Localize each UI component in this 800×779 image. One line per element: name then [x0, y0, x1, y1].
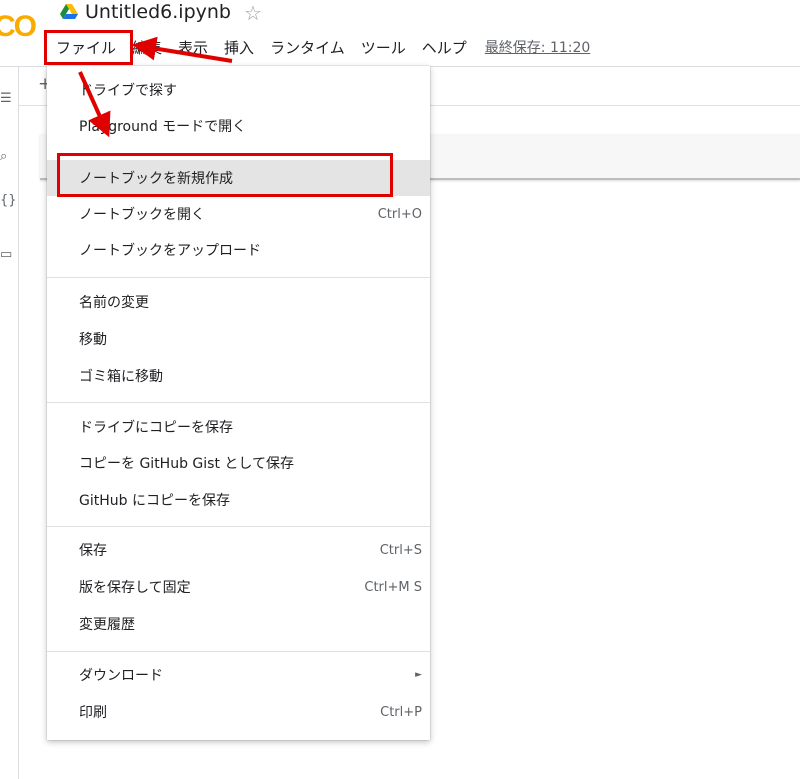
colab-logo[interactable]: CO	[0, 10, 37, 44]
shortcut-label: Ctrl+S	[379, 542, 422, 558]
code-icon[interactable]: {}	[0, 193, 17, 208]
menu-item-save[interactable]: 保存 Ctrl+S	[47, 532, 430, 568]
menu-icon[interactable]: ☰	[0, 91, 12, 106]
menu-item-label: ダウンロード	[79, 668, 163, 684]
menu-item-move[interactable]: 移動	[47, 321, 430, 357]
menu-tools[interactable]: ツール	[361, 37, 406, 58]
menu-item-label: コピーを GitHub Gist として保存	[79, 456, 294, 472]
menu-item-label: 変更履歴	[79, 617, 135, 633]
menu-item-open-playground[interactable]: Playground モードで開く	[47, 108, 430, 144]
shortcut-label: Ctrl+P	[380, 704, 422, 720]
menu-item-label: 版を保存して固定	[79, 580, 191, 596]
menu-item-rename[interactable]: 名前の変更	[47, 284, 430, 320]
menu-item-open-notebook[interactable]: ノートブックを開く Ctrl+O	[47, 196, 430, 232]
menu-item-save-and-pin-revision[interactable]: 版を保存して固定 Ctrl+M S	[47, 569, 430, 605]
menu-runtime[interactable]: ランタイム	[270, 37, 345, 58]
menu-item-label: GitHub にコピーを保存	[79, 493, 230, 509]
menu-item-upload-notebook[interactable]: ノートブックをアップロード	[47, 232, 430, 268]
menu-item-save-copy-drive[interactable]: ドライブにコピーを保存	[47, 409, 430, 445]
menu-item-revision-history[interactable]: 変更履歴	[47, 606, 430, 642]
shortcut-label: Ctrl+O	[377, 206, 422, 222]
menu-item-label: ドライブにコピーを保存	[79, 420, 233, 436]
menu-item-download[interactable]: ダウンロード ►	[47, 657, 430, 693]
last-saved-link[interactable]: 最終保存: 11:20	[485, 37, 591, 57]
folder-icon[interactable]: ▭	[0, 247, 12, 262]
menu-separator	[47, 526, 430, 527]
menu-edit[interactable]: 編集	[132, 37, 162, 58]
menu-item-label: ゴミ箱に移動	[79, 369, 163, 385]
menubar: ファイル 編集 表示 挿入 ランタイム ツール ヘルプ 最終保存: 11:20	[56, 36, 590, 58]
menu-item-label: Playground モードで開く	[79, 119, 247, 135]
menu-item-save-copy-gist[interactable]: コピーを GitHub Gist として保存	[47, 445, 430, 481]
menu-item-locate-in-drive[interactable]: ドライブで探す	[47, 72, 430, 108]
submenu-arrow-icon: ►	[415, 670, 422, 680]
annotation-box-file-menu	[44, 30, 133, 65]
star-outline-icon[interactable]: ☆	[244, 1, 262, 25]
menu-view[interactable]: 表示	[178, 37, 208, 58]
menu-separator	[47, 402, 430, 403]
google-drive-icon	[60, 4, 78, 19]
menu-item-label: ノートブックを開く	[79, 207, 205, 223]
menu-item-label: 保存	[79, 543, 107, 559]
menu-separator	[47, 277, 430, 278]
menu-item-label: 印刷	[79, 705, 107, 721]
search-icon[interactable]: ⌕	[0, 149, 7, 164]
menu-item-print[interactable]: 印刷 Ctrl+P	[47, 694, 430, 730]
menu-item-label: 名前の変更	[79, 295, 149, 311]
menu-help[interactable]: ヘルプ	[422, 37, 467, 58]
left-rail: ☰ ⌕ {} ▭	[0, 67, 19, 779]
annotation-box-new-notebook	[57, 153, 393, 197]
menu-item-save-copy-github[interactable]: GitHub にコピーを保存	[47, 482, 430, 518]
menu-separator	[47, 651, 430, 652]
menu-insert[interactable]: 挿入	[224, 37, 254, 58]
menu-item-label: ドライブで探す	[79, 83, 177, 99]
menu-item-label: ノートブックをアップロード	[79, 243, 261, 259]
menu-item-move-to-trash[interactable]: ゴミ箱に移動	[47, 358, 430, 394]
shortcut-label: Ctrl+M S	[364, 579, 422, 595]
notebook-title[interactable]: Untitled6.ipynb	[85, 1, 231, 23]
menu-item-label: 移動	[79, 332, 107, 348]
